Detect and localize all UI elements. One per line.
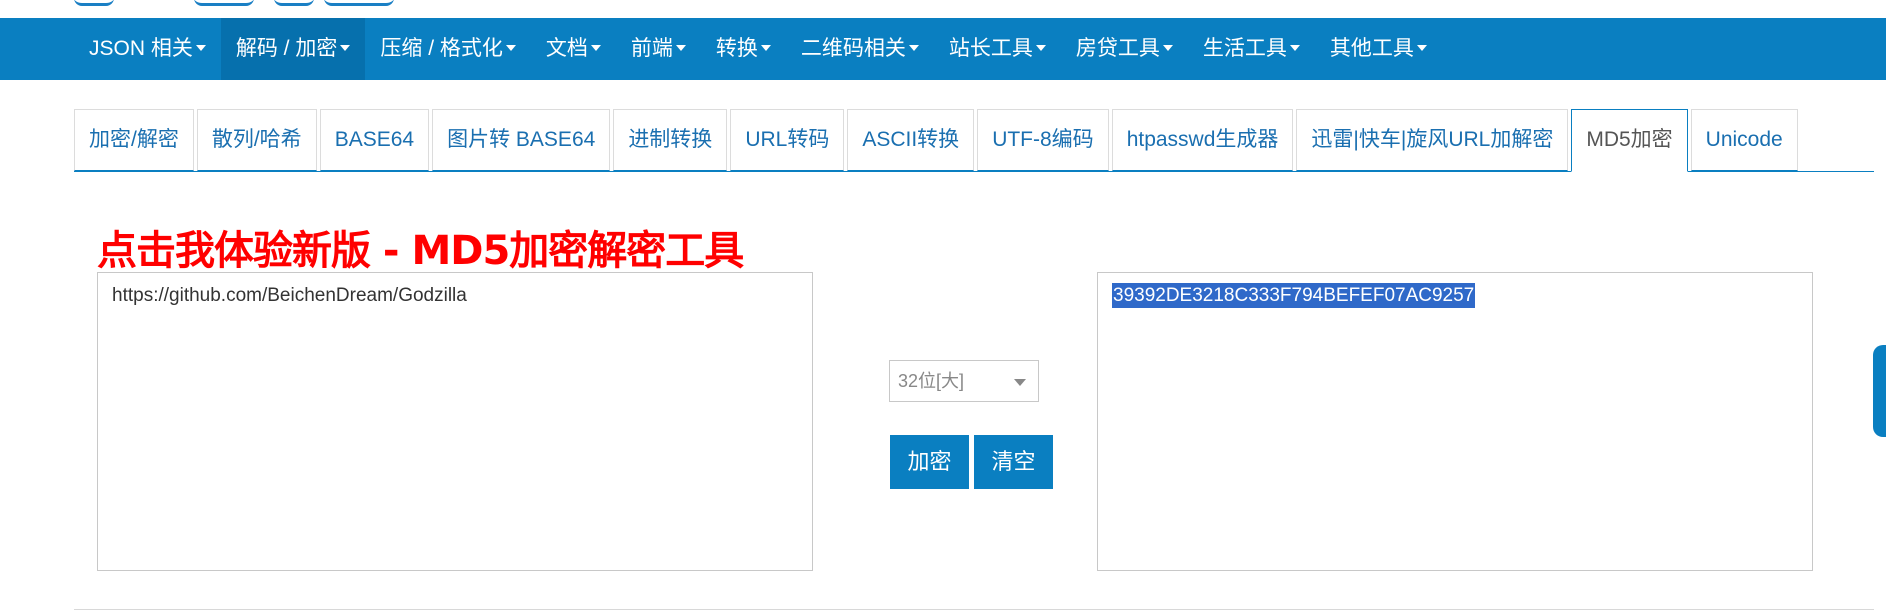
nav-item-convert[interactable]: 转换 [701,18,786,80]
caret-down-icon [195,45,206,52]
bottom-divider [74,609,1874,610]
caret-down-icon [1162,45,1173,52]
tab-unicode[interactable]: Unicode [1690,109,1798,171]
tab-utf8[interactable]: UTF-8编码 [977,109,1109,171]
nav-item-label: 站长工具 [948,37,1033,60]
caret-down-icon [340,45,351,52]
md5-length-selected: 32位[大] [898,371,965,391]
caret-down-icon [505,45,516,52]
tab-image-base64[interactable]: 图片转 BASE64 [432,109,611,171]
tool-tabs: 加密/解密 散列/哈希 BASE64 图片转 BASE64 进制转换 URL转码… [74,109,1801,172]
nav-item-life[interactable]: 生活工具 [1188,18,1315,80]
clear-button[interactable]: 清空 [974,435,1053,489]
nav-item-label: 二维码相关 [800,37,906,60]
input-text: https://github.com/BeichenDream/Godzilla [112,285,467,306]
caret-down-icon [908,45,919,52]
nav-item-label: 压缩 / 格式化 [380,37,503,60]
tab-thunder-url[interactable]: 迅雷|快车|旋风URL加解密 [1296,109,1569,171]
tab-htpasswd[interactable]: htpasswd生成器 [1111,109,1294,171]
nav-item-json[interactable]: JSON 相关 [74,18,221,80]
nav-item-mortgage[interactable]: 房贷工具 [1061,18,1188,80]
nav-item-compress-format[interactable]: 压缩 / 格式化 [365,18,531,80]
input-textarea[interactable]: https://github.com/BeichenDream/Godzilla [97,272,813,571]
nav-item-webmaster[interactable]: 站长工具 [934,18,1061,80]
nav-item-frontend[interactable]: 前端 [616,18,701,80]
nav-item-label: 文档 [545,37,588,60]
nav-item-label: 其他工具 [1329,37,1414,60]
new-version-promo-link[interactable]: 点击我体验新版 - MD5加密解密工具 [97,218,744,276]
tab-radix[interactable]: 进制转换 [613,109,728,171]
nav-menu: JSON 相关 解码 / 加密 压缩 / 格式化 文档 前端 转换 二维码相关 … [74,18,1442,80]
nav-item-other[interactable]: 其他工具 [1315,18,1442,80]
caret-down-icon [1035,45,1046,52]
tab-base64[interactable]: BASE64 [319,109,430,171]
tab-url-encode[interactable]: URL转码 [730,109,845,171]
encrypt-button[interactable]: 加密 [890,435,969,489]
nav-item-label: 房贷工具 [1075,37,1160,60]
top-navbar: JSON 相关 解码 / 加密 压缩 / 格式化 文档 前端 转换 二维码相关 … [0,18,1886,80]
tab-md5[interactable]: MD5加密 [1571,109,1688,172]
md5-length-select[interactable]: 32位[大] [889,360,1039,402]
nav-item-label: JSON 相关 [89,37,193,60]
chevron-down-icon [1014,379,1026,386]
nav-item-label: 解码 / 加密 [235,37,338,60]
site-logo[interactable] [74,0,394,18]
caret-down-icon [1289,45,1300,52]
nav-item-label: 转换 [715,37,758,60]
tab-ascii[interactable]: ASCII转换 [847,109,975,171]
nav-item-qrcode[interactable]: 二维码相关 [786,18,934,80]
caret-down-icon [675,45,686,52]
tab-hash[interactable]: 散列/哈希 [196,109,317,171]
nav-item-decode-encrypt[interactable]: 解码 / 加密 [220,18,366,80]
nav-item-label: 生活工具 [1202,37,1287,60]
nav-item-label: 前端 [630,37,673,60]
nav-item-docs[interactable]: 文档 [531,18,616,80]
output-hash-text: 39392DE3218C333F794BEFEF07AC9257 [1112,283,1476,308]
output-textarea[interactable]: 39392DE3218C333F794BEFEF07AC9257 [1097,272,1813,571]
tab-encrypt-decrypt[interactable]: 加密/解密 [74,109,194,171]
caret-down-icon [590,45,601,52]
caret-down-icon [760,45,771,52]
side-float-button[interactable] [1873,345,1886,437]
caret-down-icon [1416,45,1427,52]
